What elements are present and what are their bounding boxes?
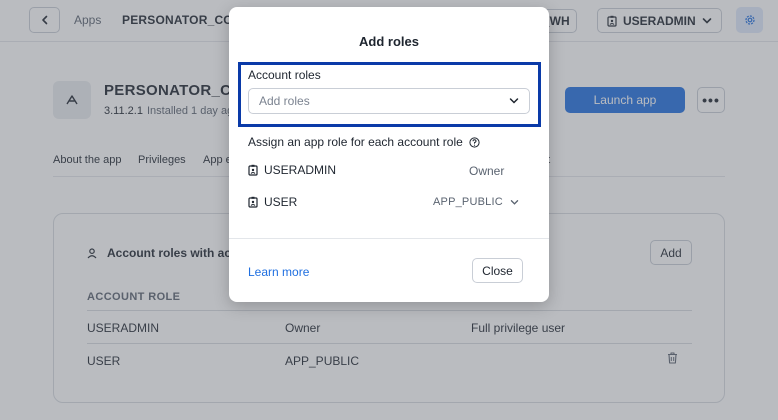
assign-instructions-text: Assign an app role for each account role: [248, 135, 463, 149]
help-circle-icon[interactable]: [469, 136, 480, 148]
app-role-select-label: APP_PUBLIC: [433, 196, 503, 208]
add-roles-placeholder: Add roles: [259, 94, 310, 108]
role-row-user: USER: [248, 195, 297, 209]
app-role-value: Owner: [469, 164, 505, 178]
role-name: USER: [264, 195, 298, 209]
app-role-select[interactable]: APP_PUBLIC: [433, 196, 519, 208]
dialog-title: Add roles: [359, 34, 419, 49]
role-row-useradmin: USERADMIN: [248, 163, 336, 177]
account-roles-label: Account roles: [248, 68, 321, 82]
learn-more-link[interactable]: Learn more: [248, 265, 309, 279]
role-name: USERADMIN: [264, 163, 337, 177]
add-roles-dialog: Add roles Account roles Add roles Assign…: [229, 7, 549, 302]
dialog-footer-divider: [229, 238, 549, 239]
badge-icon: [248, 196, 258, 208]
chevron-down-icon: [509, 97, 519, 105]
chevron-down-icon: [510, 199, 519, 206]
close-button[interactable]: Close: [472, 258, 523, 283]
assign-instructions: Assign an app role for each account role: [248, 135, 480, 149]
badge-icon: [248, 164, 258, 176]
add-roles-select[interactable]: Add roles: [248, 88, 530, 114]
